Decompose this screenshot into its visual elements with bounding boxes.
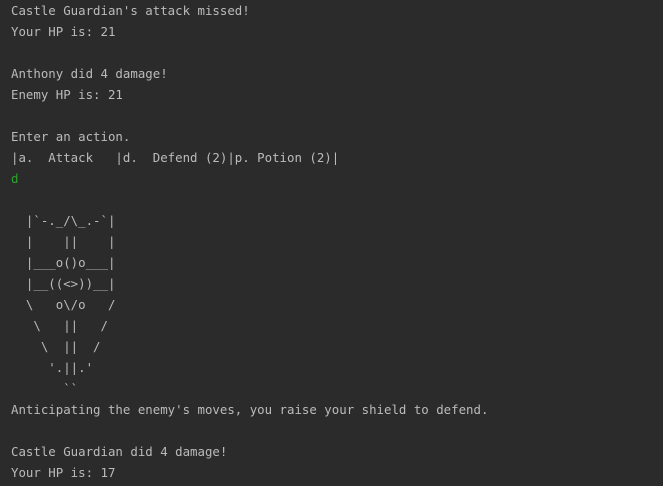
art-line: \ || / [11,318,108,333]
console-line: Anthony did 4 damage! [11,66,168,81]
console-line: Enter an action. [11,129,131,144]
art-line [11,189,663,210]
console-line: Enemy HP is: 21 [11,87,123,102]
art-line: |`-._/\_.-`| [11,213,116,228]
console-output: Castle Guardian's attack missed! Your HP… [0,0,663,486]
art-line: '.||.' [11,360,94,375]
art-line: | || | [11,234,116,249]
console-line: Anticipating the enemy's moves, you rais… [11,402,489,417]
shield-ascii-art: |`-._/\_.-`| | || | |___o()o___| |__((<>… [11,189,663,399]
art-line: |__((<>))__| [11,276,116,291]
art-line: \ || / [11,339,101,354]
console-line: Castle Guardian's attack missed! [11,3,250,18]
console-line: Your HP is: 21 [11,24,116,39]
action-menu: |a. Attack |d. Defend (2)|p. Potion (2)| [11,150,340,165]
console-line: Castle Guardian did 4 damage! [11,444,228,459]
art-line: `` [11,381,79,396]
console-line: Your HP is: 17 [11,465,116,480]
art-line: \ o\/o / [11,297,116,312]
user-input-echo: d [11,171,19,186]
art-line: |___o()o___| [11,255,116,270]
